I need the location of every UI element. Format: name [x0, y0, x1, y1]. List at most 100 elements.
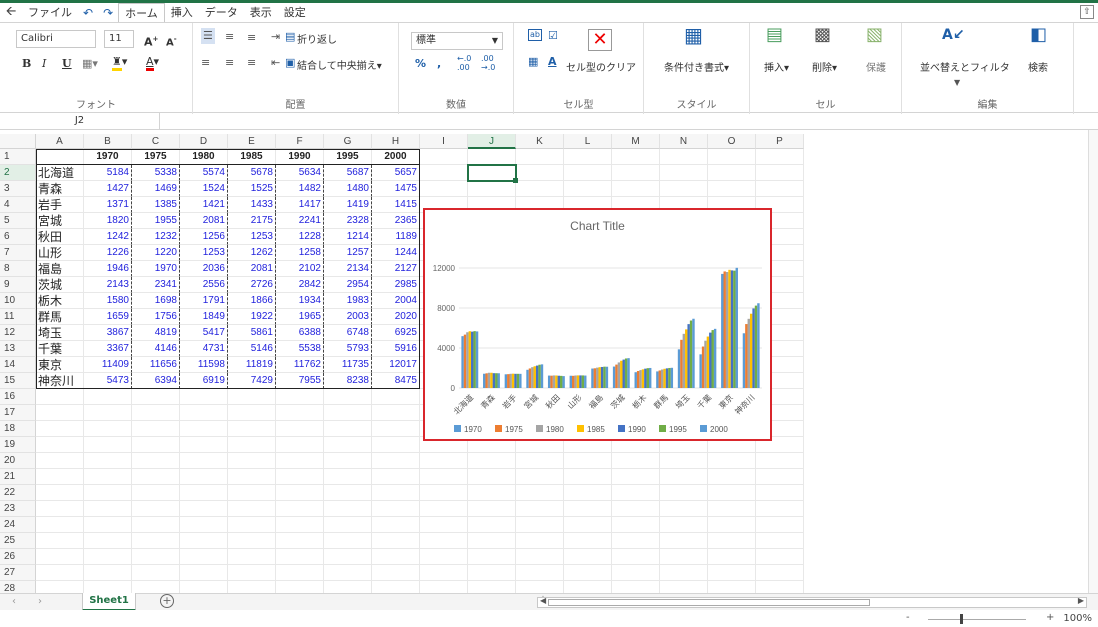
cell[interactable]	[276, 389, 324, 405]
cell[interactable]	[36, 389, 84, 405]
cell[interactable]	[420, 165, 468, 181]
scroll-left-icon[interactable]: ◀	[540, 596, 546, 605]
cell[interactable]	[372, 581, 420, 593]
cell[interactable]	[276, 485, 324, 501]
cell[interactable]	[132, 517, 180, 533]
row-header-23[interactable]: 23	[0, 501, 36, 517]
cell[interactable]	[324, 517, 372, 533]
cell[interactable]	[756, 469, 804, 485]
row-header-14[interactable]: 14	[0, 357, 36, 373]
cell[interactable]	[180, 389, 228, 405]
cell[interactable]	[660, 485, 708, 501]
cell[interactable]	[516, 501, 564, 517]
cell[interactable]	[612, 149, 660, 165]
prefecture-cell[interactable]: 青森	[36, 181, 84, 197]
cell[interactable]	[324, 437, 372, 453]
next-sheet-icon[interactable]: ›	[38, 596, 42, 607]
value-cell[interactable]: 4731	[180, 341, 228, 357]
value-cell[interactable]: 6748	[324, 325, 372, 341]
font-size-select[interactable]: 11	[104, 30, 134, 48]
cell[interactable]	[180, 501, 228, 517]
increase-decimal-icon[interactable]: ←.0.00	[457, 54, 471, 72]
value-cell[interactable]: 6388	[276, 325, 324, 341]
cell[interactable]	[468, 165, 516, 181]
cell[interactable]	[564, 501, 612, 517]
value-cell[interactable]: 1475	[372, 181, 420, 197]
cell[interactable]	[36, 149, 84, 165]
scroll-right-icon[interactable]: ▶	[1078, 596, 1084, 605]
cell[interactable]	[276, 581, 324, 593]
shrink-font-icon[interactable]: A-	[166, 31, 177, 51]
cell[interactable]	[372, 517, 420, 533]
cell[interactable]	[228, 581, 276, 593]
value-cell[interactable]: 1820	[84, 213, 132, 229]
value-cell[interactable]: 4819	[132, 325, 180, 341]
cell[interactable]	[324, 469, 372, 485]
cell[interactable]	[228, 421, 276, 437]
row-header-28[interactable]: 28	[0, 581, 36, 593]
delete-cells-icon[interactable]: ▩	[814, 26, 831, 44]
cell[interactable]	[468, 469, 516, 485]
year-header-cell[interactable]: 1980	[180, 149, 228, 165]
value-cell[interactable]: 2143	[84, 277, 132, 293]
sheet-tab-sheet1[interactable]: Sheet1	[82, 593, 136, 611]
cell[interactable]	[516, 565, 564, 581]
cell[interactable]	[84, 485, 132, 501]
cell[interactable]	[84, 581, 132, 593]
zoom-out-button[interactable]: -	[906, 612, 910, 623]
row-header-12[interactable]: 12	[0, 325, 36, 341]
value-cell[interactable]: 1791	[180, 293, 228, 309]
row-header-18[interactable]: 18	[0, 421, 36, 437]
cell[interactable]	[708, 165, 756, 181]
cell[interactable]	[660, 469, 708, 485]
cell[interactable]	[756, 517, 804, 533]
row-header-8[interactable]: 8	[0, 261, 36, 277]
border-icon[interactable]: ▦▾	[82, 56, 98, 72]
cell[interactable]	[516, 181, 564, 197]
embedded-chart[interactable]: Chart Title 0 4000 8000 12000 北海道 青森 岩手 宮城 秋田 山形 福島…	[423, 208, 772, 441]
value-cell[interactable]: 1955	[132, 213, 180, 229]
cell[interactable]	[468, 453, 516, 469]
cell[interactable]	[180, 549, 228, 565]
cell[interactable]	[372, 437, 420, 453]
year-header-cell[interactable]: 1995	[324, 149, 372, 165]
cell[interactable]	[228, 517, 276, 533]
cell[interactable]	[132, 421, 180, 437]
cell[interactable]	[420, 469, 468, 485]
cell[interactable]	[276, 565, 324, 581]
menu-insert[interactable]: 挿入	[165, 3, 199, 22]
cell[interactable]	[612, 453, 660, 469]
value-cell[interactable]: 1934	[276, 293, 324, 309]
row-header-11[interactable]: 11	[0, 309, 36, 325]
cell[interactable]	[708, 469, 756, 485]
value-cell[interactable]: 2003	[324, 309, 372, 325]
prefecture-cell[interactable]: 群馬	[36, 309, 84, 325]
cell[interactable]	[708, 181, 756, 197]
cell[interactable]	[564, 165, 612, 181]
value-cell[interactable]: 7429	[228, 373, 276, 389]
value-cell[interactable]: 1253	[180, 245, 228, 261]
value-cell[interactable]: 6394	[132, 373, 180, 389]
cell[interactable]	[276, 533, 324, 549]
value-cell[interactable]: 1849	[180, 309, 228, 325]
search-button[interactable]: 検索	[1028, 59, 1048, 74]
cell[interactable]	[564, 485, 612, 501]
year-header-cell[interactable]: 1990	[276, 149, 324, 165]
cell[interactable]	[132, 485, 180, 501]
value-cell[interactable]: 1385	[132, 197, 180, 213]
value-cell[interactable]: 5146	[228, 341, 276, 357]
cell[interactable]	[36, 581, 84, 593]
value-cell[interactable]: 2081	[180, 213, 228, 229]
cell[interactable]	[84, 501, 132, 517]
value-cell[interactable]: 1421	[180, 197, 228, 213]
year-header-cell[interactable]: 1970	[84, 149, 132, 165]
value-cell[interactable]: 1698	[132, 293, 180, 309]
prefecture-cell[interactable]: 千葉	[36, 341, 84, 357]
value-cell[interactable]: 6925	[372, 325, 420, 341]
cell[interactable]	[132, 469, 180, 485]
value-cell[interactable]: 2842	[276, 277, 324, 293]
cell[interactable]	[660, 533, 708, 549]
value-cell[interactable]: 2985	[372, 277, 420, 293]
cell[interactable]	[372, 485, 420, 501]
cell[interactable]	[228, 501, 276, 517]
